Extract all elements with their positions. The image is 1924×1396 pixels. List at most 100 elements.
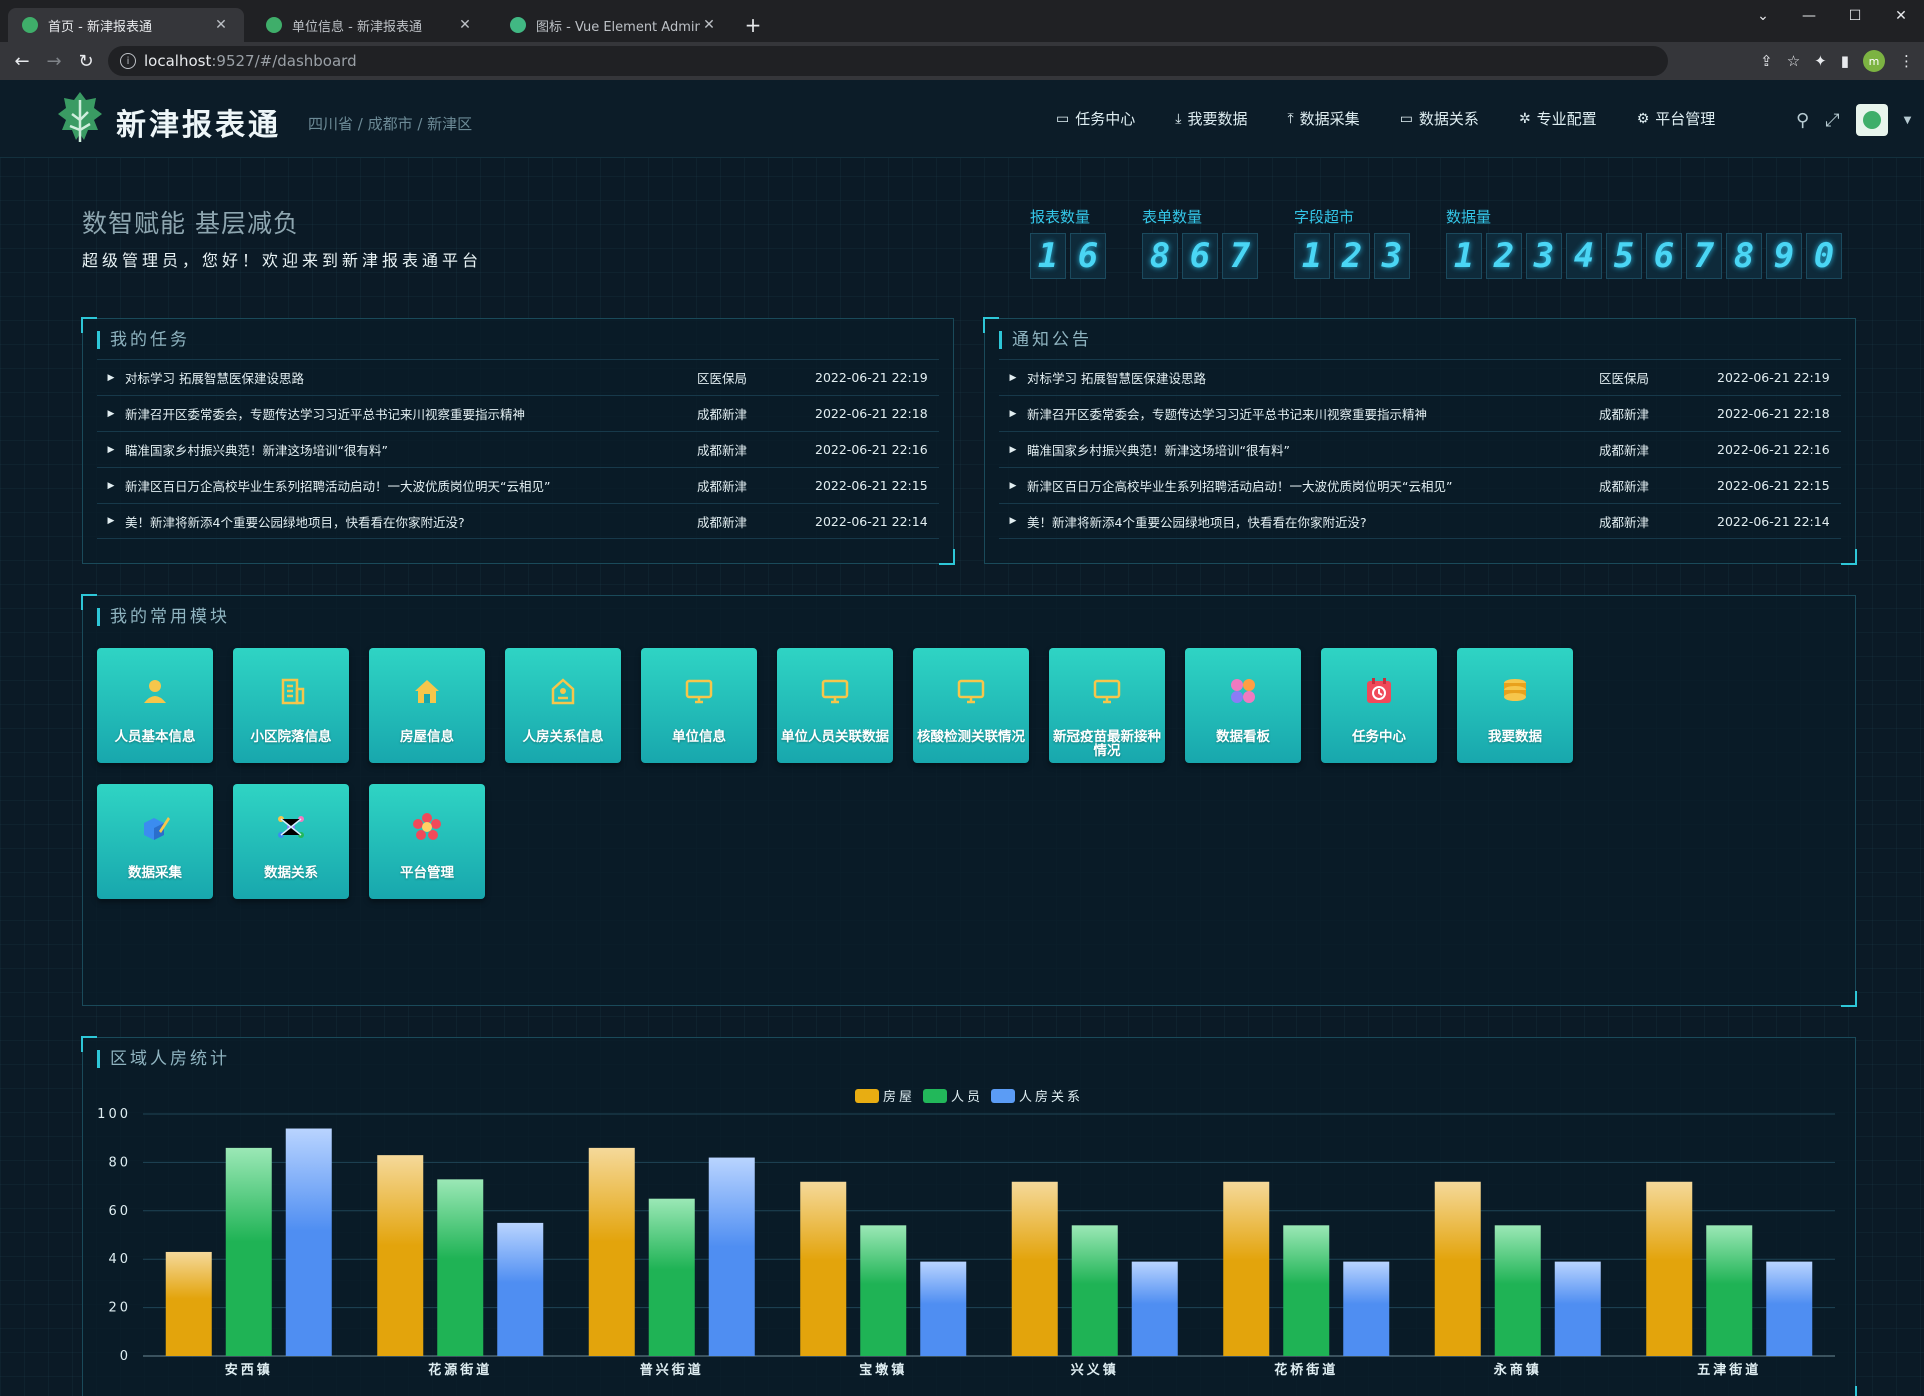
forward-icon[interactable]: → xyxy=(38,45,70,77)
counter-digit: 3 xyxy=(1374,233,1410,279)
module-tile[interactable]: 我要数据 xyxy=(1457,648,1573,763)
tab-search-icon[interactable]: ⌄ xyxy=(1740,0,1786,32)
counter-digit: 8 xyxy=(1726,233,1762,279)
nav-professional-config[interactable]: ✲ 专业配置 xyxy=(1519,108,1597,129)
bar-relation[interactable] xyxy=(920,1261,967,1356)
bar-person[interactable] xyxy=(225,1147,272,1356)
minimize-icon[interactable]: — xyxy=(1786,0,1832,32)
monitor-icon xyxy=(682,674,716,708)
extension-icon[interactable]: ✦ xyxy=(1814,52,1827,70)
y-tick-label: 0 xyxy=(120,1349,131,1364)
module-tile[interactable]: 房屋信息 xyxy=(369,648,485,763)
module-label: 数据看板 xyxy=(1216,729,1270,745)
fullscreen-icon[interactable]: ⤢ xyxy=(1825,110,1839,131)
list-item[interactable]: ▶ 对标学习 拓展智慧医保建设思路 区医保局 2022-06-21 22:19 xyxy=(97,359,939,395)
bar-relation[interactable] xyxy=(285,1128,332,1356)
browser-tab-unit-info[interactable]: 单位信息 - 新津报表通 ✕ xyxy=(252,8,488,42)
module-tile[interactable]: 核酸检测关联情况 xyxy=(913,648,1029,763)
bar-person[interactable] xyxy=(1494,1225,1541,1356)
bar-house[interactable] xyxy=(588,1147,635,1356)
close-icon[interactable]: ✕ xyxy=(456,17,474,33)
caret-right-icon: ▶ xyxy=(107,408,115,419)
module-tile[interactable]: 小区院落信息 xyxy=(233,648,349,763)
house-icon xyxy=(410,674,444,708)
list-item[interactable]: ▶ 新津召开区委常委会，专题传达学习习近平总书记来川视察重要指示精神 成都新津 202… xyxy=(97,395,939,431)
info-icon[interactable]: i xyxy=(120,53,136,69)
nav-data-collect[interactable]: ⤒ 数据采集 xyxy=(1287,108,1359,129)
bar-house[interactable] xyxy=(377,1155,424,1356)
item-org: 成都新津 xyxy=(1599,443,1650,458)
list-item[interactable]: ▶ 瞄准国家乡村振兴典范！新津这场培训“很有料” 成都新津 2022-06-21 22… xyxy=(999,431,1841,467)
list-item[interactable]: ▶ 瞄准国家乡村振兴典范！新津这场培训“很有料” 成都新津 2022-06-21 22… xyxy=(97,431,939,467)
bar-house[interactable] xyxy=(1011,1181,1058,1356)
module-tile[interactable]: 任务中心 xyxy=(1321,648,1437,763)
maximize-icon[interactable]: ☐ xyxy=(1832,0,1878,32)
bar-relation[interactable] xyxy=(708,1157,755,1356)
user-avatar[interactable] xyxy=(1855,104,1888,136)
list-item[interactable]: ▶ 对标学习 拓展智慧医保建设思路 区医保局 2022-06-21 22:19 xyxy=(999,359,1841,395)
bar-person[interactable] xyxy=(1283,1225,1330,1356)
list-item[interactable]: ▶ 美！新津将新添4个重要公园绿地项目，快看看在你家附近没? 成都新津 2022-06… xyxy=(999,503,1841,539)
url-input[interactable]: i localhost:9527/#/dashboard xyxy=(108,46,1668,76)
monitor-icon: ▭ xyxy=(1056,110,1070,127)
header-tools: ⚲ ⤢ ▼ xyxy=(1796,104,1911,136)
browser-tab-icons[interactable]: 图标 - Vue Element Admin ✕ xyxy=(496,8,732,42)
caret-right-icon: ▶ xyxy=(107,372,115,383)
module-tile[interactable]: 单位信息 xyxy=(641,648,757,763)
panel-title: 我的常用模块 xyxy=(97,608,230,626)
bar-relation[interactable] xyxy=(1131,1261,1178,1356)
module-tile[interactable]: 新冠疫苗最新接种情况 xyxy=(1049,648,1165,763)
menu-icon[interactable]: ⋮ xyxy=(1899,52,1914,70)
profile-avatar[interactable]: m xyxy=(1863,50,1885,72)
back-icon[interactable]: ← xyxy=(6,45,38,77)
bar-relation[interactable] xyxy=(1343,1261,1390,1356)
monitor-icon xyxy=(1090,674,1124,708)
module-tile[interactable]: 人房关系信息 xyxy=(505,648,621,763)
nav-data-relation[interactable]: ▭ 数据关系 xyxy=(1400,108,1479,129)
item-org: 成都新津 xyxy=(697,479,748,494)
bar-house[interactable] xyxy=(1646,1181,1693,1356)
list-item[interactable]: ▶ 新津区百日万企高校毕业生系列招聘活动启动！一大波优质岗位明天“云相见” 成都新津… xyxy=(97,467,939,503)
module-tile[interactable]: 人员基本信息 xyxy=(97,648,213,763)
bar-person[interactable] xyxy=(1071,1225,1118,1356)
nav-platform-admin[interactable]: ⚙ 平台管理 xyxy=(1637,108,1716,129)
sidepanel-icon[interactable]: ▮ xyxy=(1841,52,1849,70)
item-time: 2022-06-21 22:15 xyxy=(1717,478,1830,493)
list-item[interactable]: ▶ 美！新津将新添4个重要公园绿地项目，快看看在你家附近没? 成都新津 2022-06… xyxy=(97,503,939,539)
list-item[interactable]: ▶ 新津召开区委常委会，专题传达学习习近平总书记来川视察重要指示精神 成都新津 202… xyxy=(999,395,1841,431)
bar-person[interactable] xyxy=(437,1179,484,1356)
bar-relation[interactable] xyxy=(497,1222,544,1356)
search-icon[interactable]: ⚲ xyxy=(1796,110,1809,131)
module-tile[interactable]: 数据看板 xyxy=(1185,648,1301,763)
close-icon[interactable]: ✕ xyxy=(212,17,230,33)
item-title: 瞄准国家乡村振兴典范！新津这场培训“很有料” xyxy=(125,443,388,458)
counter-digit: 5 xyxy=(1606,233,1642,279)
bar-house[interactable] xyxy=(1223,1181,1270,1356)
share-icon[interactable]: ⇪ xyxy=(1760,52,1773,70)
module-tile[interactable]: 单位人员关联数据 xyxy=(777,648,893,763)
list-item[interactable]: ▶ 新津区百日万企高校毕业生系列招聘活动启动！一大波优质岗位明天“云相见” 成都新津… xyxy=(999,467,1841,503)
nav-task-center[interactable]: ▭ 任务中心 xyxy=(1056,108,1135,129)
bar-relation[interactable] xyxy=(1766,1261,1813,1356)
reload-icon[interactable]: ↻ xyxy=(70,45,102,77)
close-window-icon[interactable]: ✕ xyxy=(1878,0,1924,32)
bar-person[interactable] xyxy=(860,1225,907,1356)
caret-down-icon[interactable]: ▼ xyxy=(1904,115,1912,126)
star-icon[interactable]: ☆ xyxy=(1787,52,1800,70)
close-icon[interactable]: ✕ xyxy=(700,17,718,33)
module-tile[interactable]: 平台管理 xyxy=(369,784,485,899)
bar-house[interactable] xyxy=(1434,1181,1481,1356)
new-tab-button[interactable]: + xyxy=(738,8,768,42)
module-tile[interactable]: 数据采集 xyxy=(97,784,213,899)
item-org: 区医保局 xyxy=(697,371,748,386)
module-tile[interactable]: 数据关系 xyxy=(233,784,349,899)
module-label: 小区院落信息 xyxy=(250,729,332,745)
bar-house[interactable] xyxy=(165,1251,212,1356)
bar-person[interactable] xyxy=(648,1198,695,1356)
bar-house[interactable] xyxy=(800,1181,847,1356)
bar-person[interactable] xyxy=(1706,1225,1753,1356)
browser-tab-home[interactable]: 首页 - 新津报表通 ✕ xyxy=(8,8,244,42)
nav-request-data[interactable]: ⤓ 我要数据 xyxy=(1175,108,1247,129)
bar-relation[interactable] xyxy=(1554,1261,1601,1356)
nav-label: 数据采集 xyxy=(1299,110,1360,128)
